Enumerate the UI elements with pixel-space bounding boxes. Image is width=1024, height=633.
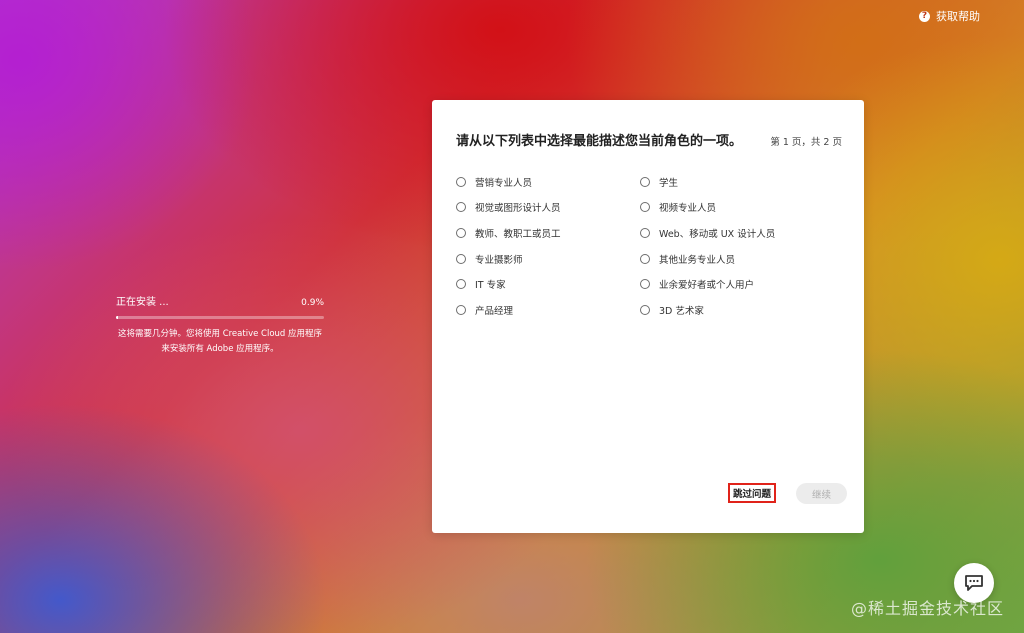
role-option[interactable]: 视频专业人员 bbox=[640, 195, 824, 221]
progress-bar-fill bbox=[116, 316, 119, 319]
dialog-title: 请从以下列表中选择最能描述您当前角色的一项。 bbox=[456, 134, 743, 149]
radio-button[interactable] bbox=[640, 304, 650, 315]
help-label: 获取帮助 bbox=[936, 10, 980, 23]
radio-button[interactable] bbox=[640, 176, 650, 187]
role-option[interactable]: 业余爱好者或个人用户 bbox=[640, 271, 824, 297]
radio-button[interactable] bbox=[456, 279, 466, 290]
role-option-label: 教师、教职工或员工 bbox=[475, 228, 561, 240]
skip-question-button[interactable]: 跳过问题 bbox=[728, 483, 776, 503]
progress-bar bbox=[116, 316, 324, 319]
install-progress-panel: 正在安装 ... 0.9% 这将需要几分钟。您将使用 Creative Clou… bbox=[116, 293, 324, 357]
chat-bubble-icon bbox=[965, 575, 983, 591]
role-option[interactable]: 学生 bbox=[640, 169, 824, 195]
radio-button[interactable] bbox=[456, 304, 466, 315]
role-option[interactable]: 专业摄影师 bbox=[456, 246, 640, 272]
role-option-label: 其他业务专业人员 bbox=[659, 254, 736, 266]
radio-button[interactable] bbox=[456, 253, 466, 264]
radio-button[interactable] bbox=[640, 202, 650, 213]
install-status-label: 正在安装 ... bbox=[116, 297, 169, 308]
role-option-label: 专业摄影师 bbox=[475, 254, 523, 266]
role-option[interactable]: Web、移动或 UX 设计人员 bbox=[640, 220, 824, 246]
radio-button[interactable] bbox=[640, 227, 650, 238]
role-options-list: 营销专业人员 学生 视觉或图形设计人员 视频专业人员 教师、教职工或员工 Web… bbox=[456, 169, 846, 323]
help-circle-icon: ? bbox=[919, 10, 930, 22]
role-option-label: 视觉或图形设计人员 bbox=[475, 203, 561, 215]
role-option[interactable]: 其他业务专业人员 bbox=[640, 246, 824, 272]
role-option-label: Web、移动或 UX 设计人员 bbox=[659, 228, 776, 240]
radio-button[interactable] bbox=[640, 279, 650, 290]
role-option-label: 业余爱好者或个人用户 bbox=[659, 280, 755, 292]
role-option-label: 营销专业人员 bbox=[475, 177, 533, 189]
role-option-label: 学生 bbox=[659, 177, 679, 189]
radio-button[interactable] bbox=[456, 202, 466, 213]
role-option-label: IT 专家 bbox=[475, 280, 506, 292]
role-option[interactable]: 视觉或图形设计人员 bbox=[456, 195, 640, 221]
role-option-label: 视频专业人员 bbox=[659, 203, 717, 215]
help-link[interactable]: ? 获取帮助 bbox=[919, 8, 980, 24]
radio-button[interactable] bbox=[456, 227, 466, 238]
continue-button[interactable]: 继续 bbox=[796, 483, 847, 504]
page-indicator: 第 1 页，共 2 页 bbox=[770, 137, 842, 148]
radio-button[interactable] bbox=[456, 176, 466, 187]
role-option-label: 产品经理 bbox=[475, 305, 514, 317]
role-option[interactable]: IT 专家 bbox=[456, 271, 640, 297]
role-option[interactable]: 营销专业人员 bbox=[456, 169, 640, 195]
install-percent: 0.9% bbox=[301, 298, 324, 308]
watermark: @稀土掘金技术社区 bbox=[850, 599, 1004, 618]
role-option[interactable]: 教师、教职工或员工 bbox=[456, 220, 640, 246]
role-option[interactable]: 3D 艺术家 bbox=[640, 297, 824, 323]
install-note: 这将需要几分钟。您将使用 Creative Cloud 应用程序来安装所有 Ad… bbox=[117, 329, 323, 354]
role-option-label: 3D 艺术家 bbox=[659, 305, 704, 317]
role-option[interactable]: 产品经理 bbox=[456, 297, 640, 323]
radio-button[interactable] bbox=[640, 253, 650, 264]
role-survey-dialog: 请从以下列表中选择最能描述您当前角色的一项。 第 1 页，共 2 页 营销专业人… bbox=[432, 100, 864, 533]
